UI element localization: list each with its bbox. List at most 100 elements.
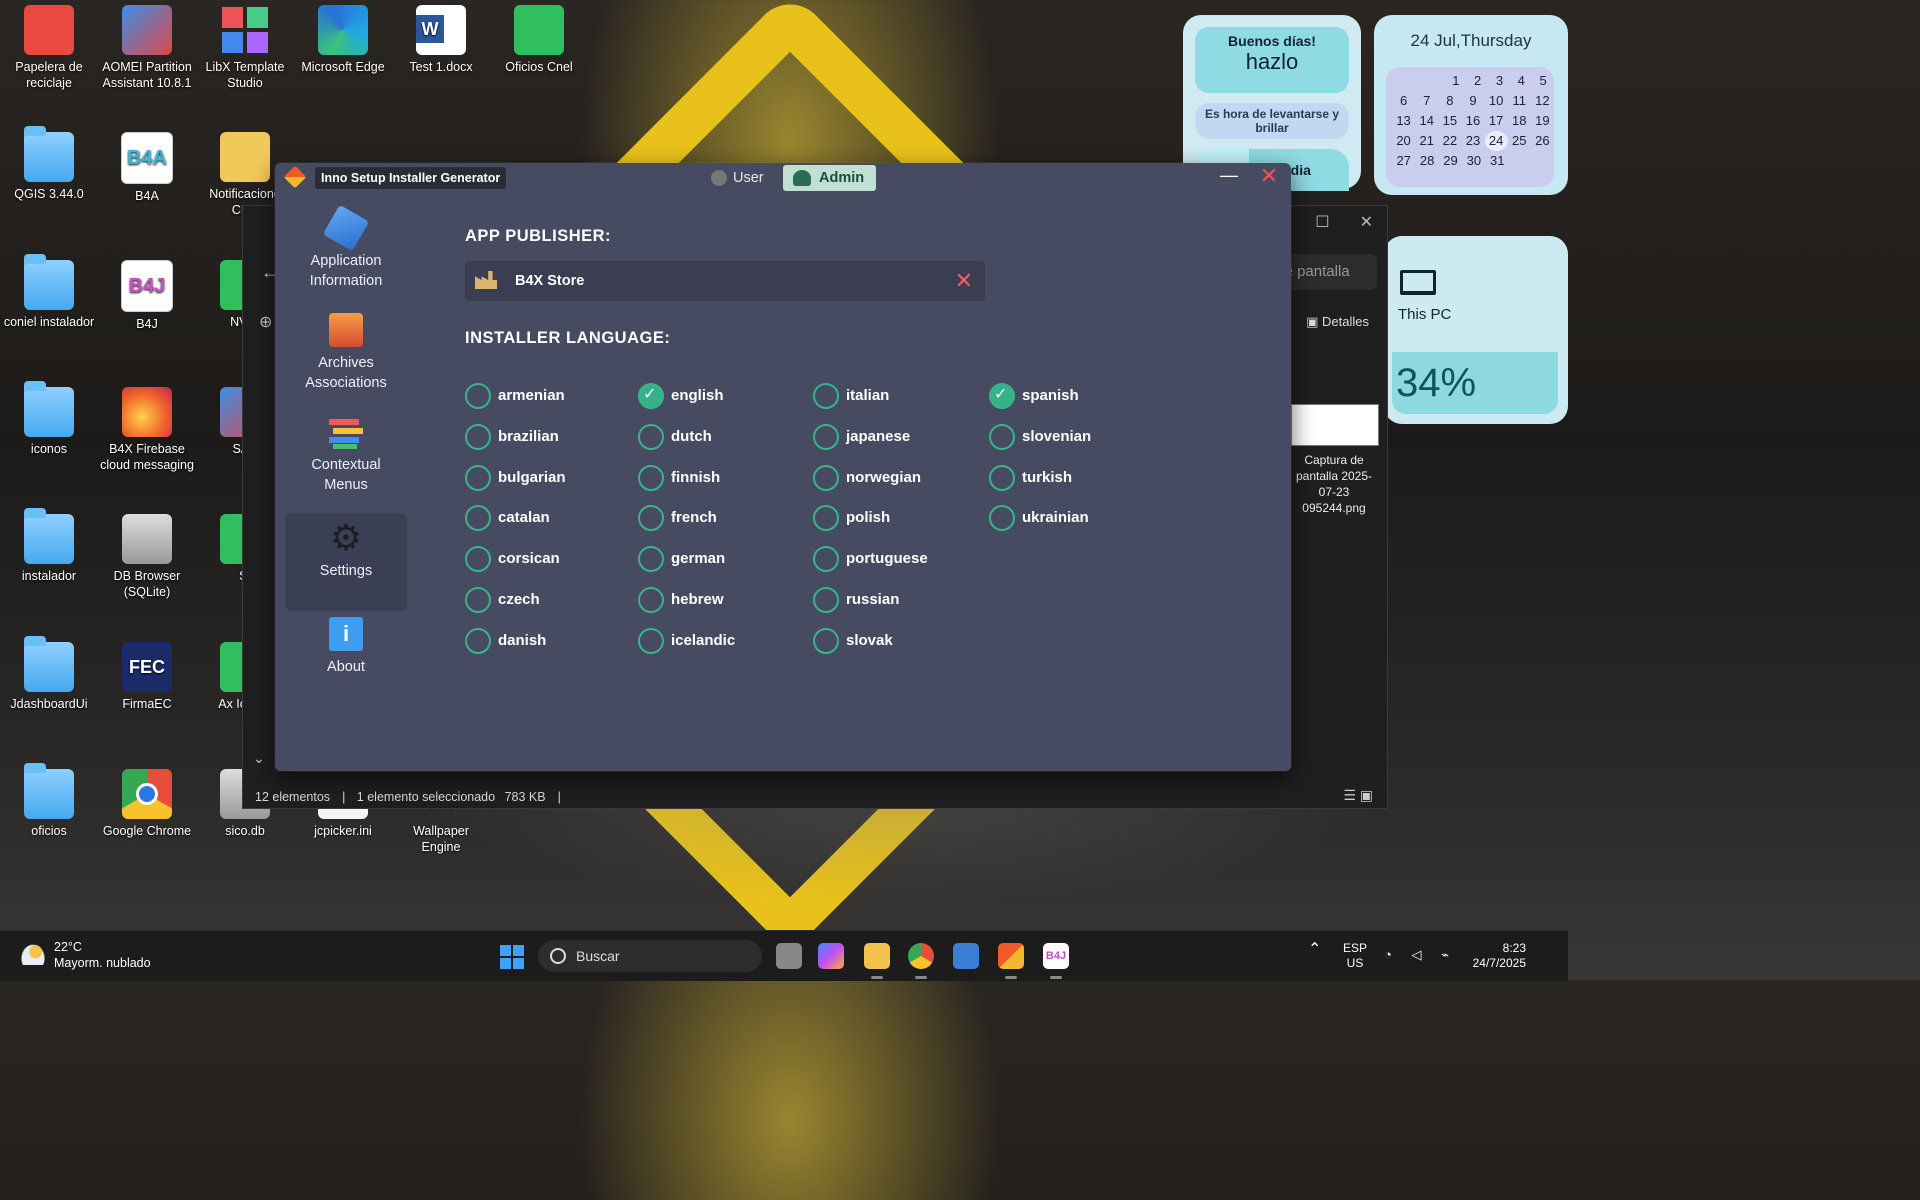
language-checkbox-portuguese[interactable]: portuguese bbox=[813, 545, 928, 573]
checkbox-unchecked-icon[interactable] bbox=[465, 505, 491, 532]
checkbox-unchecked-icon[interactable] bbox=[638, 423, 664, 450]
language-checkbox-french[interactable]: french bbox=[638, 504, 717, 532]
language-indicator[interactable]: ESP US bbox=[1343, 941, 1367, 971]
language-checkbox-corsican[interactable]: corsican bbox=[465, 545, 560, 573]
calendar-day[interactable] bbox=[1392, 71, 1401, 91]
language-checkbox-ukrainian[interactable]: ukrainian bbox=[989, 504, 1089, 532]
inno-setup-taskbar-icon[interactable] bbox=[998, 943, 1024, 979]
calendar-day[interactable]: 23 bbox=[1461, 131, 1484, 151]
calendar-day[interactable]: 21 bbox=[1415, 131, 1438, 151]
copilot-icon[interactable] bbox=[818, 943, 844, 969]
calendar-day[interactable]: 8 bbox=[1438, 91, 1461, 111]
calendar-day[interactable] bbox=[1401, 71, 1423, 91]
calendar-day[interactable]: 6 bbox=[1392, 91, 1415, 111]
calendar-day[interactable]: 2 bbox=[1467, 71, 1489, 91]
checkbox-unchecked-icon[interactable] bbox=[989, 505, 1015, 532]
windows-start-icon[interactable] bbox=[500, 945, 524, 969]
b4j-taskbar-icon[interactable]: B4J bbox=[1043, 943, 1069, 979]
nav-item-application-information[interactable]: Application Information bbox=[285, 204, 407, 291]
calendar-day[interactable]: 24 bbox=[1484, 131, 1508, 151]
app-publisher-value[interactable]: B4X Store bbox=[515, 261, 584, 301]
desktop-icon[interactable]: B4X Firebase cloud messaging bbox=[99, 387, 195, 473]
language-checkbox-english[interactable]: english bbox=[638, 381, 724, 410]
language-checkbox-slovenian[interactable]: slovenian bbox=[989, 423, 1091, 451]
minimize-button[interactable]: — bbox=[1219, 165, 1239, 186]
calendar-day[interactable]: 14 bbox=[1415, 111, 1438, 131]
desktop-icon[interactable]: FEC FirmaEC bbox=[99, 642, 195, 712]
calendar-day[interactable]: 11 bbox=[1508, 91, 1531, 111]
desktop-icon[interactable]: AOMEI Partition Assistant 10.8.1 bbox=[99, 5, 195, 91]
language-checkbox-japanese[interactable]: japanese bbox=[813, 423, 910, 451]
language-checkbox-bulgarian[interactable]: bulgarian bbox=[465, 464, 566, 492]
checkbox-unchecked-icon[interactable] bbox=[813, 505, 839, 532]
language-checkbox-brazilian[interactable]: brazilian bbox=[465, 423, 559, 451]
checkbox-unchecked-icon[interactable] bbox=[638, 505, 664, 532]
checkbox-unchecked-icon[interactable] bbox=[813, 423, 839, 450]
weather-widget[interactable]: 22°C Mayorm. nublado bbox=[20, 939, 151, 971]
checkbox-unchecked-icon[interactable] bbox=[813, 546, 839, 573]
this-pc-widget[interactable]: This PC 34% bbox=[1384, 236, 1568, 424]
chrome-taskbar-icon[interactable] bbox=[908, 943, 934, 979]
calendar-day[interactable]: 31 bbox=[1486, 151, 1509, 171]
desktop-icon[interactable]: coniel instalador bbox=[1, 254, 97, 330]
file-thumbnail[interactable] bbox=[1291, 404, 1379, 446]
calendar-day[interactable]: 25 bbox=[1508, 131, 1531, 151]
calendar-day[interactable]: 27 bbox=[1392, 151, 1415, 171]
checkbox-unchecked-icon[interactable] bbox=[638, 587, 664, 613]
maximize-icon[interactable]: ☐ bbox=[1315, 214, 1329, 231]
store-icon[interactable] bbox=[953, 943, 979, 969]
nav-item-archives-associations[interactable]: Archives Associations bbox=[285, 313, 407, 393]
calendar-day[interactable]: 12 bbox=[1531, 91, 1554, 111]
language-checkbox-czech[interactable]: czech bbox=[465, 586, 540, 614]
language-checkbox-icelandic[interactable]: icelandic bbox=[638, 627, 735, 655]
calendar-day[interactable]: 5 bbox=[1532, 71, 1554, 91]
file-explorer-icon[interactable] bbox=[864, 943, 890, 979]
calendar-day[interactable]: 17 bbox=[1485, 111, 1508, 131]
checkbox-unchecked-icon[interactable] bbox=[465, 383, 491, 409]
language-checkbox-hebrew[interactable]: hebrew bbox=[638, 586, 724, 614]
desktop-icon[interactable]: QGIS 3.44.0 bbox=[1, 126, 97, 202]
close-icon[interactable]: ✕ bbox=[1360, 214, 1373, 231]
taskbar-search-box[interactable]: Buscar bbox=[538, 940, 762, 972]
app-publisher-field[interactable]: B4X Store ✕ bbox=[465, 261, 985, 301]
checkbox-unchecked-icon[interactable] bbox=[465, 423, 491, 450]
language-checkbox-danish[interactable]: danish bbox=[465, 627, 546, 655]
admin-role-toggle[interactable]: Admin bbox=[783, 165, 877, 191]
language-checkbox-armenian[interactable]: armenian bbox=[465, 382, 565, 410]
calendar-day[interactable]: 9 bbox=[1461, 91, 1484, 111]
inno-setup-window[interactable]: Inno Setup Installer Generator User Admi… bbox=[275, 163, 1291, 771]
taskbar-clock[interactable]: 8:23 24/7/2025 bbox=[1466, 941, 1526, 971]
desktop-icon[interactable]: Papelera de reciclaje bbox=[1, 5, 97, 91]
language-checkbox-dutch[interactable]: dutch bbox=[638, 423, 712, 451]
desktop-icon[interactable]: LibX Template Studio bbox=[197, 5, 293, 91]
checkbox-unchecked-icon[interactable] bbox=[989, 423, 1015, 450]
calendar-day[interactable]: 13 bbox=[1392, 111, 1415, 131]
checkbox-unchecked-icon[interactable] bbox=[465, 627, 491, 654]
language-checkbox-norwegian[interactable]: norwegian bbox=[813, 464, 921, 492]
calendar-day[interactable]: 16 bbox=[1461, 111, 1484, 131]
task-view-icon[interactable] bbox=[776, 943, 802, 969]
checkbox-unchecked-icon[interactable] bbox=[813, 587, 839, 613]
calendar-day[interactable]: 1 bbox=[1445, 71, 1467, 91]
details-button[interactable]: ▣ Detalles bbox=[1306, 314, 1369, 330]
calendar-day[interactable]: 28 bbox=[1415, 151, 1438, 171]
checkbox-unchecked-icon[interactable] bbox=[465, 587, 491, 613]
desktop-icon[interactable]: instalador bbox=[1, 508, 97, 584]
checkbox-checked-icon[interactable] bbox=[989, 381, 1015, 409]
desktop-icon[interactable]: oficios bbox=[1, 763, 97, 839]
checkbox-unchecked-icon[interactable] bbox=[638, 464, 664, 491]
desktop-icon[interactable]: iconos bbox=[1, 381, 97, 457]
calendar-day[interactable]: 29 bbox=[1439, 151, 1462, 171]
checkbox-unchecked-icon[interactable] bbox=[813, 627, 839, 654]
calendar-day[interactable]: 30 bbox=[1462, 151, 1485, 171]
calendar-widget[interactable]: 24 Jul,Thursday 1 2 3 4 5 6 7 8 9 10 11 12 13 14 15 16 1… bbox=[1374, 15, 1568, 195]
language-checkbox-finnish[interactable]: finnish bbox=[638, 464, 720, 492]
language-checkbox-italian[interactable]: italian bbox=[813, 382, 889, 410]
checkbox-unchecked-icon[interactable] bbox=[989, 464, 1015, 491]
tray-overflow-icon[interactable]: ⌃ bbox=[1308, 939, 1321, 959]
desktop-icon[interactable]: Test 1.docx bbox=[393, 5, 489, 75]
language-checkbox-spanish[interactable]: spanish bbox=[989, 381, 1079, 410]
desktop-icon[interactable]: B4A B4A bbox=[99, 132, 195, 204]
calendar-day[interactable]: 15 bbox=[1438, 111, 1461, 131]
language-checkbox-german[interactable]: german bbox=[638, 545, 725, 573]
